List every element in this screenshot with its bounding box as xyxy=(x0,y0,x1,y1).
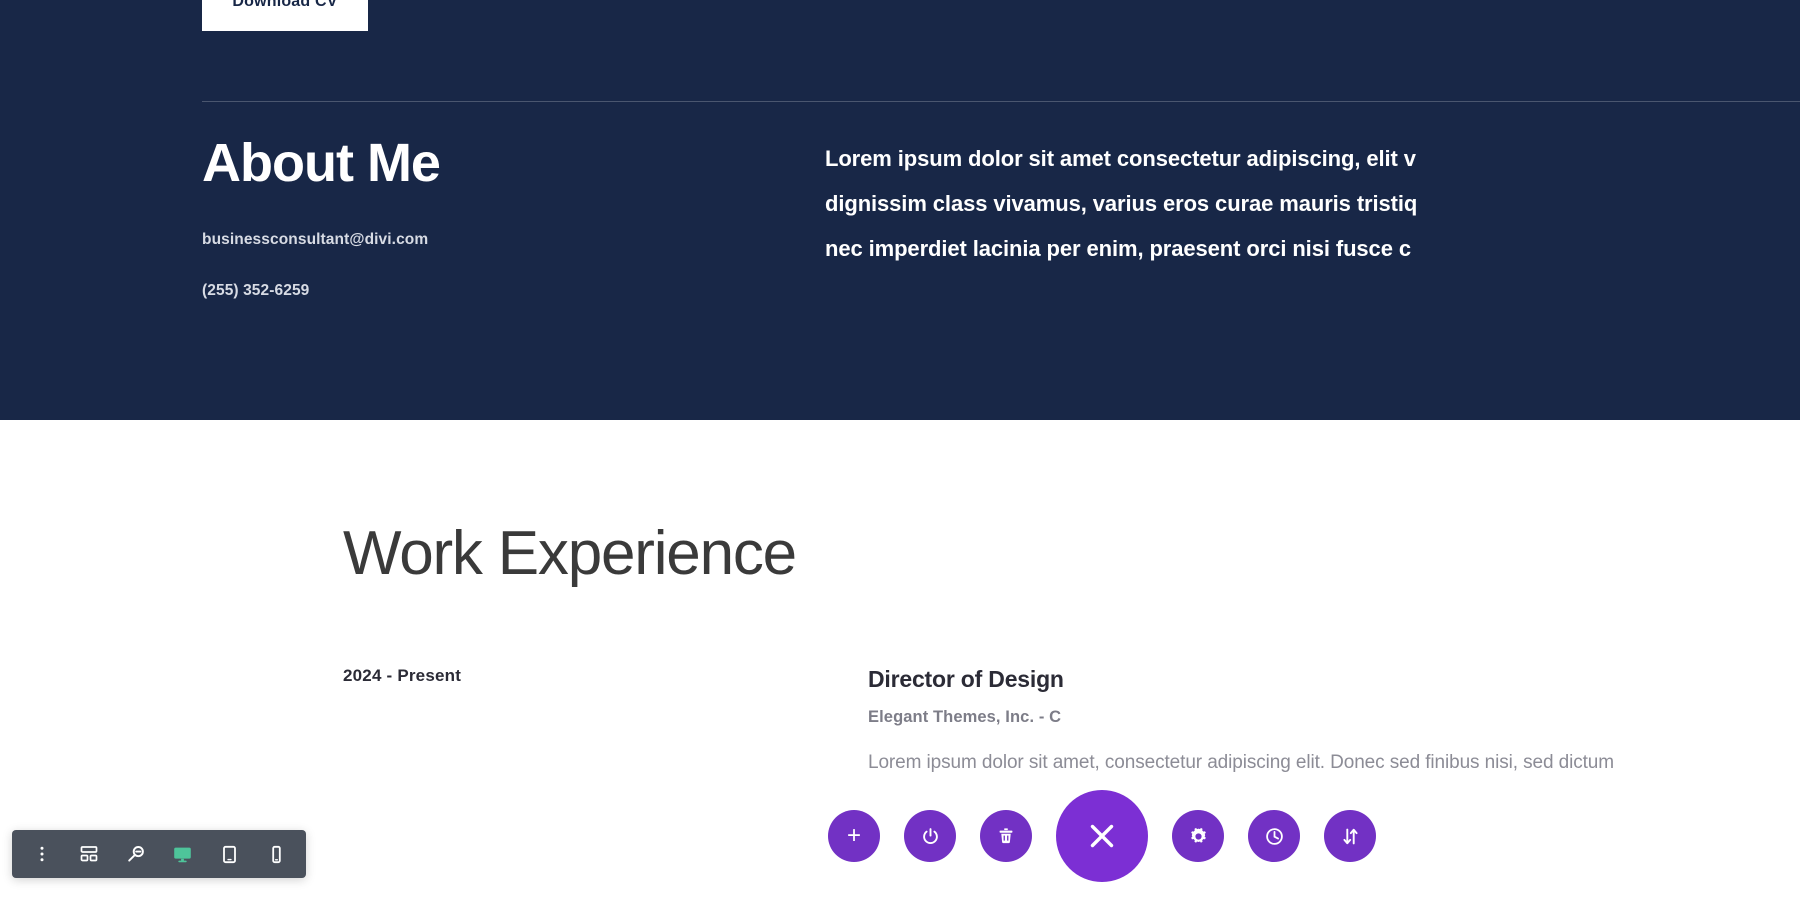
section-divider xyxy=(202,101,1800,102)
about-left-column: About Me businessconsultant@divi.com (25… xyxy=(202,133,802,300)
wireframe-view-button[interactable] xyxy=(65,830,112,878)
desktop-icon xyxy=(172,844,193,865)
move-module-button[interactable] xyxy=(1324,810,1376,862)
close-icon xyxy=(1085,819,1119,853)
sort-arrows-icon xyxy=(1340,826,1361,847)
tablet-view-button[interactable] xyxy=(206,830,253,878)
contact-email[interactable]: businessconsultant@divi.com xyxy=(202,231,802,249)
plus-icon: + xyxy=(846,822,861,849)
trash-icon xyxy=(996,826,1016,846)
about-body-line-1: Lorem ipsum dolor sit amet consectetur a… xyxy=(825,146,1416,171)
gear-icon xyxy=(1188,826,1209,847)
close-builder-button[interactable] xyxy=(1056,790,1148,882)
work-entry-date: 2024 - Present xyxy=(343,666,462,685)
history-button[interactable] xyxy=(1248,810,1300,862)
tablet-icon xyxy=(219,844,240,865)
divi-builder-toolbar[interactable] xyxy=(12,830,306,878)
contact-phone[interactable]: (255) 352-6259 xyxy=(202,282,802,300)
delete-module-button[interactable] xyxy=(980,810,1032,862)
module-action-buttons[interactable]: + xyxy=(828,790,1376,882)
phone-view-button[interactable] xyxy=(253,830,300,878)
disable-module-button[interactable] xyxy=(904,810,956,862)
about-body-line-3: nec imperdiet lacinia per enim, praesent… xyxy=(825,236,1411,261)
builder-menu-button[interactable] xyxy=(18,830,65,878)
about-body-line-2: dignissim class vivamus, varius eros cur… xyxy=(825,191,1418,216)
power-icon xyxy=(920,826,941,847)
download-cv-button[interactable]: Download CV xyxy=(202,0,368,31)
work-entry-job-title: Director of Design xyxy=(868,666,1064,692)
settings-button[interactable] xyxy=(1172,810,1224,862)
work-experience-heading: Work Experience xyxy=(343,519,797,588)
wireframe-icon xyxy=(79,844,99,864)
work-entry-description: Lorem ipsum dolor sit amet, consectetur … xyxy=(868,752,1614,773)
clock-icon xyxy=(1264,826,1285,847)
add-module-button[interactable]: + xyxy=(828,810,880,862)
desktop-view-button[interactable] xyxy=(159,830,206,878)
work-entry-company: Elegant Themes, Inc. - C xyxy=(868,708,1062,726)
kebab-menu-icon xyxy=(33,845,51,863)
about-me-heading: About Me xyxy=(202,133,441,193)
about-section: Download CV About Me businessconsultant@… xyxy=(0,0,1800,420)
zoom-view-button[interactable] xyxy=(112,830,159,878)
zoom-out-icon xyxy=(126,844,146,864)
work-entry-details: Director of Design Elegant Themes, Inc. … xyxy=(868,666,1798,774)
phone-icon xyxy=(266,844,287,865)
about-right-column: Lorem ipsum dolor sit amet consectetur a… xyxy=(825,136,1800,271)
